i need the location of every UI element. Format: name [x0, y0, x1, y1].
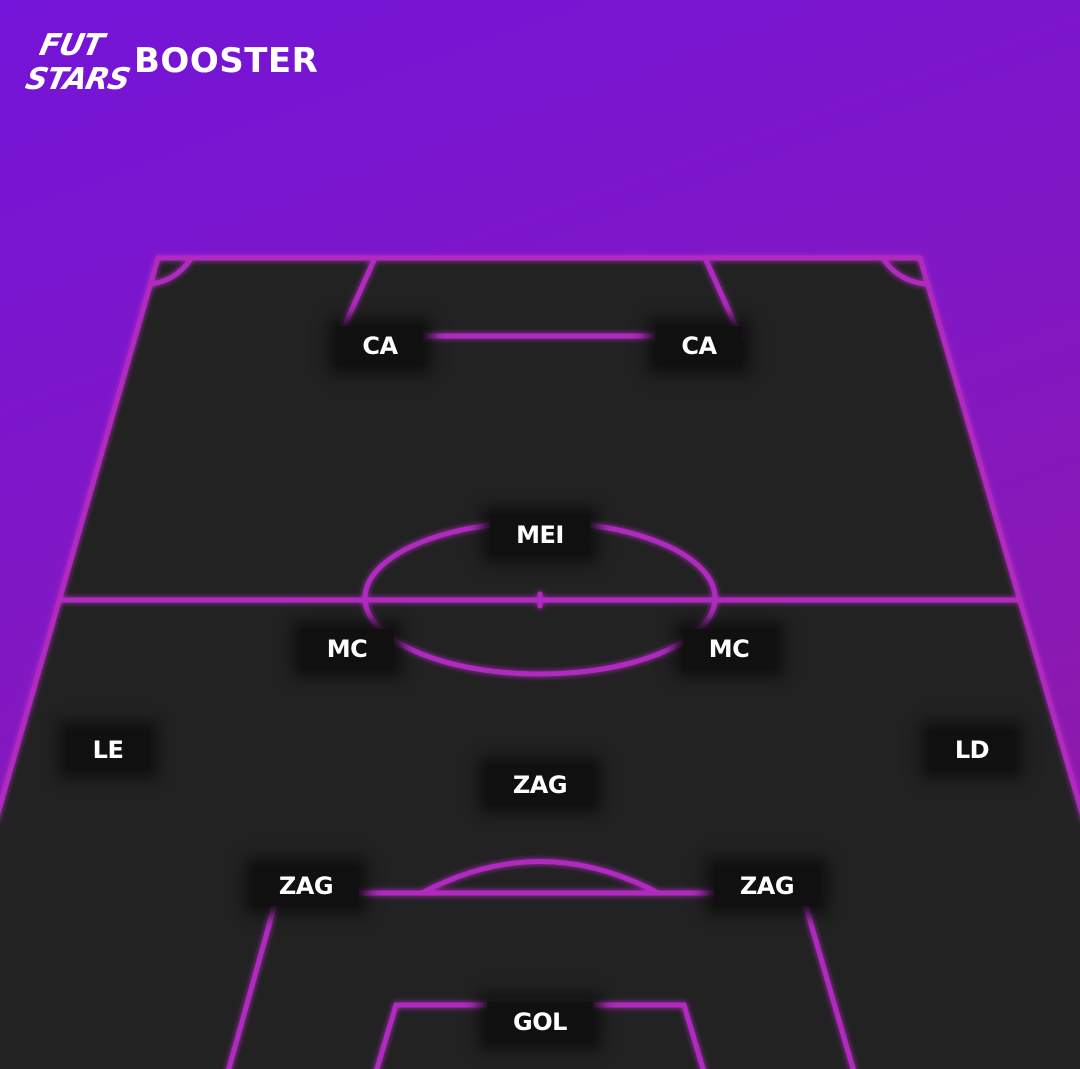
pitch-surface: [0, 258, 1080, 1069]
position-zag-center[interactable]: ZAG: [486, 765, 594, 805]
position-mei[interactable]: MEI: [490, 515, 590, 555]
app-title: BOOSTER: [134, 41, 319, 81]
futstars-logo: FUT STARS: [22, 25, 132, 103]
position-ca-left[interactable]: CA: [336, 326, 424, 366]
position-mc-left[interactable]: MC: [300, 629, 394, 669]
formation-screen: FUT STARS BOOSTER CA CA MEI MC MC LE LD …: [0, 0, 1080, 1069]
brand-header: FUT STARS BOOSTER: [22, 24, 318, 104]
logo-line-2: STARS: [22, 62, 133, 97]
position-gol[interactable]: GOL: [487, 1002, 593, 1042]
position-zag-right[interactable]: ZAG: [713, 866, 821, 906]
position-ld[interactable]: LD: [928, 730, 1016, 770]
logo-line-1: FUT: [36, 28, 107, 63]
position-zag-left[interactable]: ZAG: [252, 866, 360, 906]
position-mc-right[interactable]: MC: [682, 629, 776, 669]
position-le[interactable]: LE: [66, 730, 150, 770]
position-ca-right[interactable]: CA: [655, 326, 743, 366]
